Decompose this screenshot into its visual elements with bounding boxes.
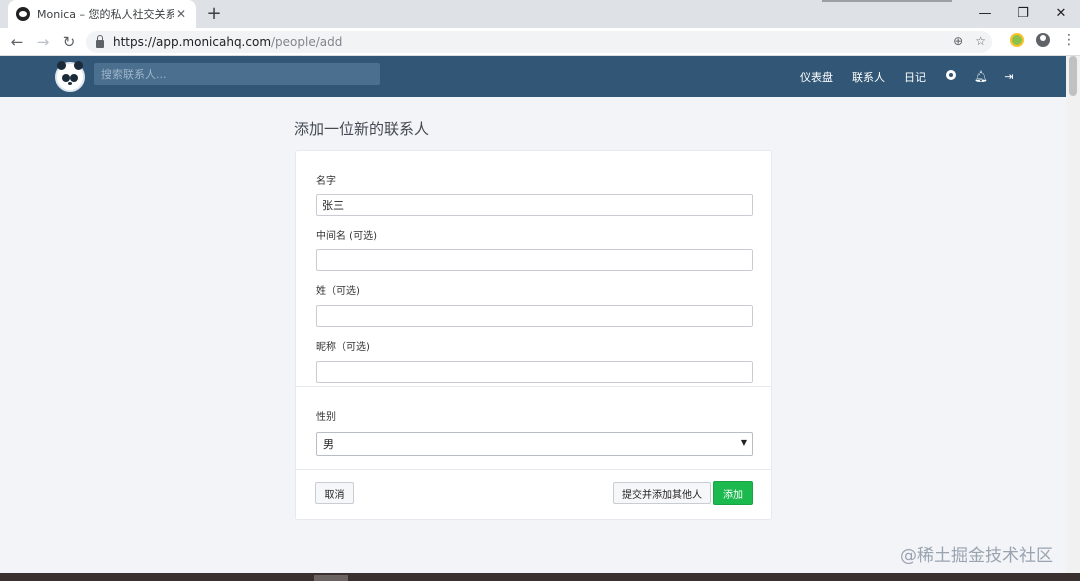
last-name-label: 姓（可选) (316, 286, 360, 297)
window-close-icon[interactable]: ✕ (1042, 0, 1080, 26)
save-and-add-another-button[interactable]: 提交并添加其他人 (613, 482, 711, 504)
url-path: /people/add (271, 35, 343, 49)
app-header: 仪表盘 联系人 日记 🔔︎ ⇥ (0, 56, 1066, 97)
nav-contacts[interactable]: 联系人 (852, 69, 885, 85)
new-tab-icon[interactable]: + (204, 4, 224, 24)
minimize-icon[interactable]: — (966, 0, 1004, 26)
last-name-input[interactable] (316, 305, 753, 327)
taskbar-item[interactable] (314, 575, 348, 581)
monica-logo-icon[interactable] (55, 61, 85, 92)
profile-icon[interactable] (1036, 33, 1050, 47)
panda-favicon-icon (16, 7, 30, 21)
close-tab-icon[interactable]: ✕ (174, 7, 188, 21)
notification-bell-icon[interactable]: 🔔︎ (974, 70, 988, 83)
lock-icon (96, 34, 104, 48)
nav-journal[interactable]: 日记 (904, 69, 926, 85)
add-contact-form: 名字 中间名 (可选) 姓（可选) 昵称（可选) 性别 男 ▼ 取消 提交并添加… (295, 150, 772, 520)
scrollbar-thumb[interactable] (1069, 56, 1077, 96)
browser-menu-icon[interactable]: ⋮ (1062, 32, 1076, 48)
os-taskbar (0, 573, 1080, 581)
gender-label: 性别 (316, 412, 336, 423)
window-shadow (822, 0, 952, 2)
reload-icon[interactable]: ↻ (56, 29, 82, 55)
nav-dashboard[interactable]: 仪表盘 (800, 69, 833, 85)
bookmark-star-icon[interactable]: ☆ (975, 34, 986, 48)
middle-name-label: 中间名 (可选) (316, 231, 377, 242)
dropdown-caret-icon: ▼ (740, 438, 747, 447)
search-contacts-input[interactable] (94, 63, 380, 85)
gender-selected-value: 男 (323, 438, 334, 451)
restore-icon[interactable]: ❐ (1004, 0, 1042, 26)
form-actions: 取消 提交并添加其他人 添加 (296, 470, 771, 520)
page-scrollbar[interactable] (1066, 56, 1080, 573)
browser-tab[interactable]: Monica – 您的私人社交关系管 ✕ (8, 0, 196, 28)
main-nav: 仪表盘 联系人 日记 🔔︎ ⇥ (800, 56, 1032, 97)
add-button[interactable]: 添加 (713, 481, 753, 505)
page-title: 添加一位新的联系人 (294, 120, 430, 138)
cancel-button[interactable]: 取消 (315, 482, 354, 504)
middle-name-input[interactable] (316, 249, 753, 271)
window-controls: — ❐ ✕ (966, 0, 1080, 26)
zoom-icon[interactable]: ⊕ (953, 34, 963, 48)
nickname-label: 昵称（可选) (316, 342, 370, 353)
forward-icon[interactable]: → (30, 29, 56, 55)
address-bar[interactable]: https://app.monicahq.com/people/add ⊕ ☆ (86, 31, 992, 53)
extension-icon[interactable] (1010, 33, 1024, 47)
first-name-label: 名字 (316, 176, 336, 187)
settings-gear-icon[interactable] (945, 70, 957, 83)
url-host: https://app.monicahq.com (113, 35, 272, 49)
browser-toolbar: ← → ↻ https://app.monicahq.com/people/ad… (0, 28, 1080, 56)
watermark: @稀土掘金技术社区 (900, 546, 1053, 566)
nickname-input[interactable] (316, 361, 753, 383)
name-section: 名字 中间名 (可选) 姓（可选) 昵称（可选) (296, 151, 771, 387)
gender-select[interactable]: 男 ▼ (316, 432, 753, 456)
first-name-input[interactable] (316, 194, 753, 216)
back-icon[interactable]: ← (4, 29, 30, 55)
tab-title: Monica – 您的私人社交关系管 (37, 8, 174, 21)
browser-tabbar: Monica – 您的私人社交关系管 ✕ + — ❐ ✕ (0, 0, 1080, 28)
logout-icon[interactable]: ⇥ (1003, 70, 1015, 83)
gender-section: 性别 男 ▼ (296, 387, 771, 470)
